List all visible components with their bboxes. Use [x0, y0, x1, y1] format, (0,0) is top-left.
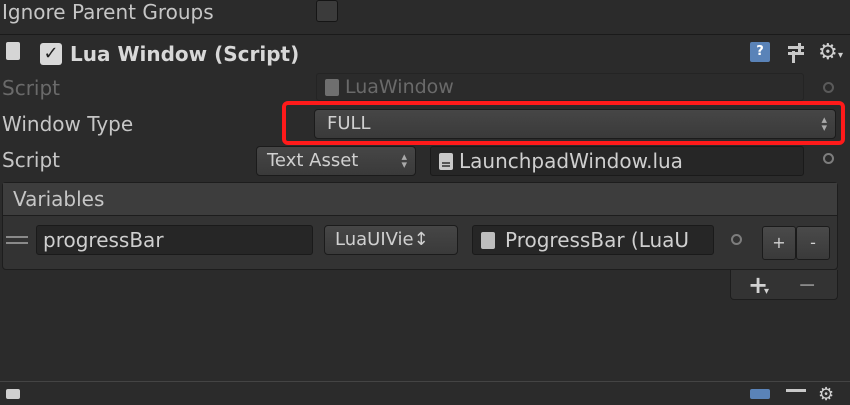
next-gear-icon[interactable]: ⚙ — [818, 384, 834, 405]
variable-type-value: LuaUIVie↕ — [335, 229, 429, 250]
variable-name-input[interactable]: progressBar — [36, 225, 313, 255]
settings-gear-icon[interactable]: ⚙ — [818, 40, 838, 65]
next-preset-icon[interactable] — [786, 389, 806, 397]
asset-type-value: Text Asset — [267, 150, 359, 171]
variable-value: ProgressBar (LuaU — [505, 228, 690, 252]
component-enabled-checkbox[interactable]: ✓ — [40, 43, 62, 65]
row-remove-button[interactable]: - — [796, 226, 830, 260]
drag-handle-icon[interactable] — [6, 236, 28, 244]
variable-name-value: progressBar — [43, 228, 164, 252]
variable-value-field[interactable]: ProgressBar (LuaU — [472, 225, 714, 255]
script-value: LuaWindow — [345, 76, 454, 98]
updown-arrows-icon: ▴ ▾ — [401, 150, 407, 171]
csharp-script-icon — [481, 232, 495, 249]
lua-script-label: Script — [2, 148, 61, 172]
csharp-script-icon — [325, 79, 339, 96]
object-picker-icon[interactable] — [823, 153, 834, 164]
divider — [0, 381, 850, 382]
highlight-box — [282, 101, 845, 145]
variables-header: Variables — [3, 183, 837, 216]
variable-type-dropdown[interactable]: LuaUIVie↕ — [324, 225, 458, 255]
script-label: Script — [2, 76, 61, 100]
preset-icon[interactable] — [786, 42, 806, 64]
next-help-icon[interactable] — [750, 389, 770, 399]
ignore-parent-groups-checkbox[interactable] — [316, 0, 338, 22]
component-title: Lua Window (Script) — [70, 42, 300, 66]
text-asset-icon — [439, 153, 453, 170]
asset-type-dropdown[interactable]: Text Asset ▴ ▾ — [256, 146, 416, 176]
add-dropdown-icon: ▾ — [764, 286, 770, 297]
dropdown-small-icon: ▾ — [838, 50, 844, 61]
next-component-icon — [6, 389, 20, 399]
lua-script-value: LaunchpadWindow.lua — [459, 149, 683, 173]
object-picker-icon[interactable] — [823, 82, 834, 93]
row-add-button[interactable]: + — [762, 226, 796, 260]
script-object-field: LuaWindow — [316, 73, 804, 101]
lua-script-object-field[interactable]: LaunchpadWindow.lua — [430, 146, 804, 176]
remove-element-button[interactable]: − — [798, 273, 816, 298]
script-file-icon — [6, 42, 20, 60]
divider — [0, 34, 850, 35]
help-icon[interactable]: ? — [750, 42, 770, 62]
list-footer — [730, 270, 838, 300]
variables-header-label: Variables — [13, 187, 105, 211]
window-type-label: Window Type — [2, 112, 134, 136]
object-picker-icon[interactable] — [731, 234, 742, 245]
ignore-parent-groups-label: Ignore Parent Groups — [2, 0, 214, 24]
